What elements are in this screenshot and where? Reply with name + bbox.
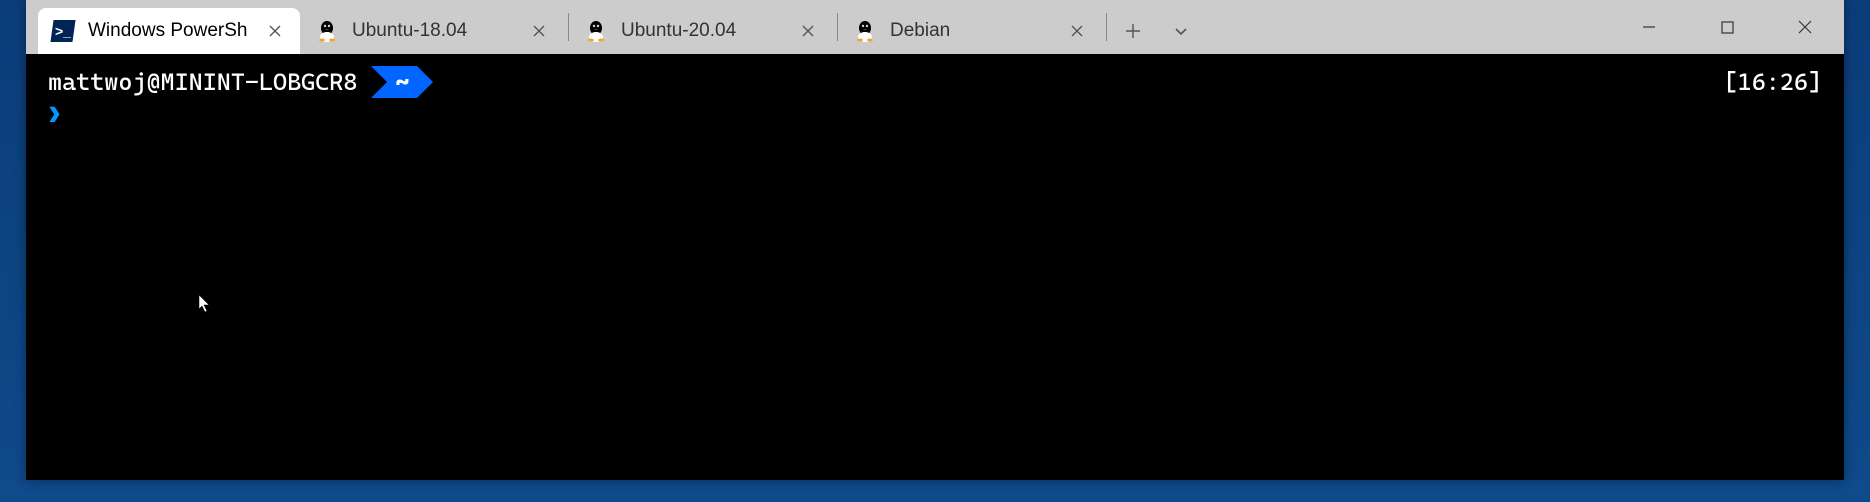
- tab-divider: [568, 13, 569, 41]
- close-tab-icon[interactable]: [1066, 20, 1088, 42]
- new-tab-button[interactable]: [1109, 8, 1157, 54]
- prompt-line: mattwoj@MININT-LOBGCR8 ~ [16:26]: [48, 66, 1822, 98]
- tab-ubuntu-2004[interactable]: Ubuntu-20.04: [571, 8, 833, 54]
- tab-label: Ubuntu-20.04: [621, 20, 797, 42]
- tabs-area: >_ Windows PowerSh: [26, 0, 1205, 54]
- close-window-button[interactable]: [1766, 0, 1844, 54]
- minimize-button[interactable]: [1610, 0, 1688, 54]
- time-display: [16:26]: [1724, 66, 1822, 98]
- close-tab-icon[interactable]: [264, 20, 286, 42]
- tab-ubuntu-1804[interactable]: Ubuntu-18.04: [302, 8, 564, 54]
- tux-icon: [854, 20, 876, 42]
- tab-label: Windows PowerSh: [88, 20, 264, 42]
- close-tab-icon[interactable]: [797, 20, 819, 42]
- prompt-caret: ❯: [48, 103, 61, 128]
- tab-debian[interactable]: Debian: [840, 8, 1102, 54]
- prompt-input-line[interactable]: ❯: [48, 98, 1822, 131]
- prompt-left: mattwoj@MININT-LOBGCR8 ~: [48, 66, 433, 98]
- mouse-cursor-icon: [198, 294, 212, 321]
- window-controls: [1610, 0, 1844, 54]
- tab-label: Ubuntu-18.04: [352, 20, 528, 42]
- tab-dropdown-button[interactable]: [1157, 8, 1205, 54]
- titlebar: >_ Windows PowerSh: [26, 0, 1844, 54]
- path-segment: ~: [371, 66, 433, 98]
- terminal-body[interactable]: mattwoj@MININT-LOBGCR8 ~ [16:26] ❯: [26, 54, 1844, 480]
- powershell-icon: >_: [52, 20, 74, 42]
- terminal-window: >_ Windows PowerSh: [26, 0, 1844, 480]
- path-text: ~: [387, 66, 417, 98]
- tab-divider: [1106, 13, 1107, 41]
- tab-powershell[interactable]: >_ Windows PowerSh: [38, 8, 300, 54]
- close-tab-icon[interactable]: [528, 20, 550, 42]
- tux-icon: [316, 20, 338, 42]
- maximize-button[interactable]: [1688, 0, 1766, 54]
- tab-label: Debian: [890, 20, 1066, 42]
- tab-divider: [837, 13, 838, 41]
- titlebar-right: [1570, 0, 1844, 54]
- tux-icon: [585, 20, 607, 42]
- user-host: mattwoj@MININT-LOBGCR8: [48, 66, 357, 98]
